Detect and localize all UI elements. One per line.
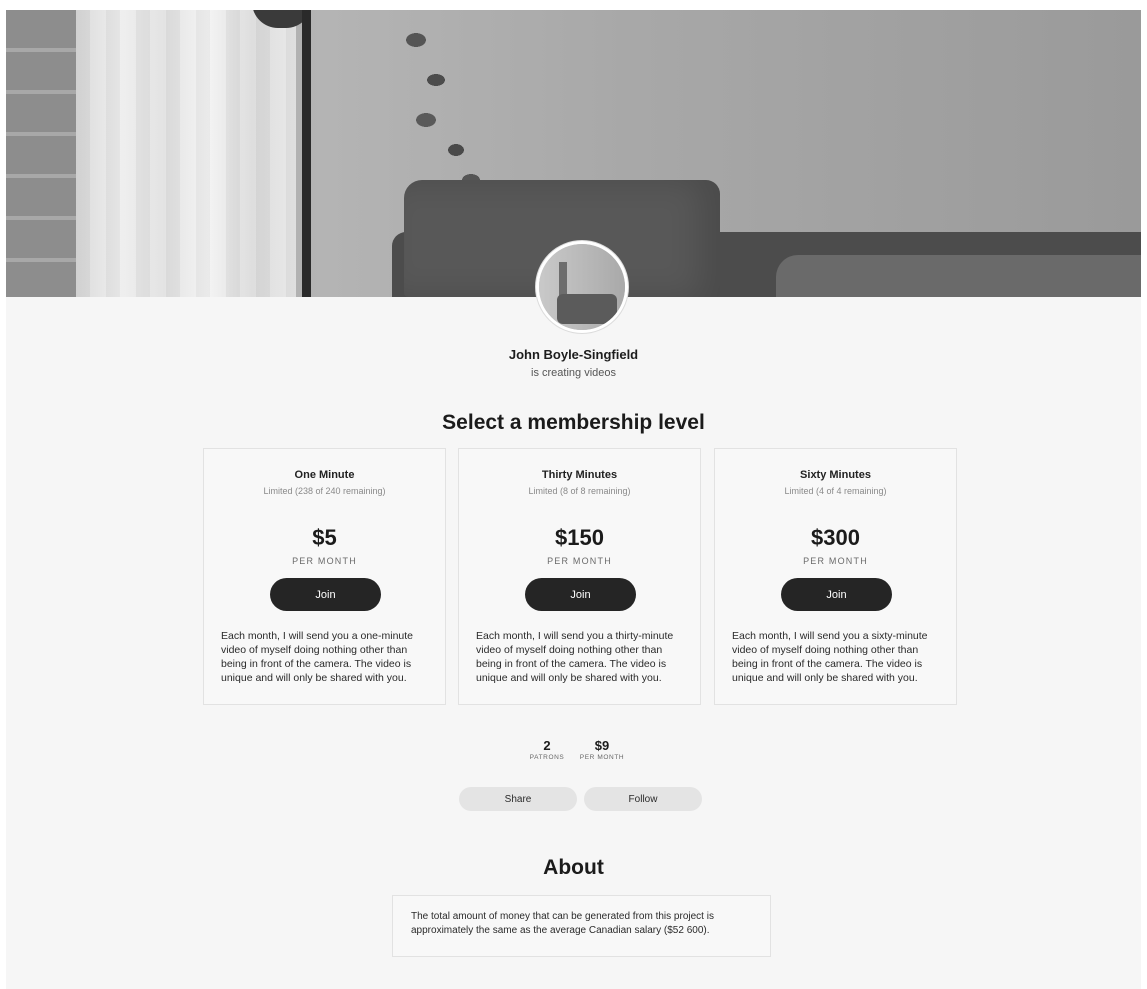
creator-page: John Boyle-Singfield is creating videos … bbox=[6, 10, 1141, 989]
tier-period: PER MONTH bbox=[803, 556, 868, 566]
tier-limit: Limited (8 of 8 remaining) bbox=[528, 486, 631, 496]
about-title: About bbox=[543, 856, 604, 879]
creator-avatar[interactable] bbox=[536, 241, 628, 333]
tier-limit: Limited (4 of 4 remaining) bbox=[784, 486, 887, 496]
tier-period: PER MONTH bbox=[547, 556, 612, 566]
tier-limit: Limited (238 of 240 remaining) bbox=[263, 486, 386, 496]
share-button[interactable]: Share bbox=[459, 787, 577, 811]
income-label: PER MONTH bbox=[579, 754, 625, 761]
patrons-label: PATRONS bbox=[529, 754, 565, 761]
tier-description: Each month, I will send you a sixty-minu… bbox=[732, 630, 928, 684]
tier-description: Each month, I will send you a one-minute… bbox=[221, 630, 414, 684]
join-button[interactable]: Join bbox=[781, 578, 892, 611]
tier-name: Thirty Minutes bbox=[541, 469, 618, 481]
creator-tagline: is creating videos bbox=[531, 367, 616, 379]
tier-price: $5 bbox=[312, 525, 337, 550]
tier-name: Sixty Minutes bbox=[800, 469, 871, 481]
income-amount: $9 bbox=[594, 738, 610, 753]
join-button[interactable]: Join bbox=[525, 578, 636, 611]
tier-card-thirty-minutes: Thirty Minutes Limited (8 of 8 remaining… bbox=[458, 448, 701, 705]
tier-card-sixty-minutes: Sixty Minutes Limited (4 of 4 remaining)… bbox=[714, 448, 957, 705]
tier-price: $150 bbox=[555, 525, 604, 550]
membership-title: Select a membership level bbox=[442, 411, 705, 434]
join-button[interactable]: Join bbox=[270, 578, 381, 611]
tier-period: PER MONTH bbox=[292, 556, 357, 566]
follow-button[interactable]: Follow bbox=[584, 787, 702, 811]
tier-card-one-minute: One Minute Limited (238 of 240 remaining… bbox=[203, 448, 446, 705]
patrons-count: 2 bbox=[543, 738, 551, 753]
tier-price: $300 bbox=[811, 525, 860, 550]
tier-description: Each month, I will send you a thirty-min… bbox=[476, 630, 674, 684]
patrons-stat: 2 PATRONS bbox=[520, 738, 574, 761]
creator-name: John Boyle-Singfield bbox=[508, 347, 639, 362]
about-text: The total amount of money that can be ge… bbox=[392, 895, 771, 957]
tier-name: One Minute bbox=[294, 469, 355, 481]
income-stat: $9 PER MONTH bbox=[574, 738, 630, 761]
